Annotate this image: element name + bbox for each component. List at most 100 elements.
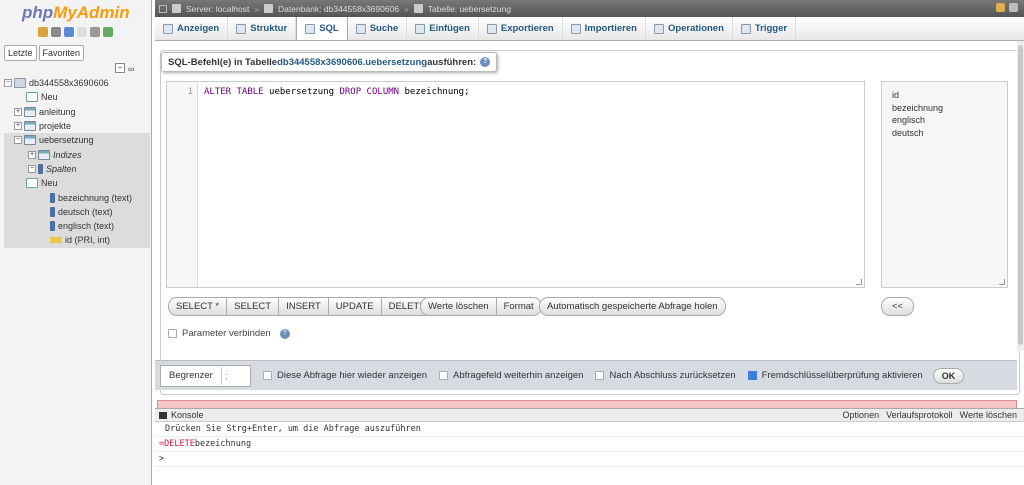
tab-operationen[interactable]: Operationen bbox=[646, 17, 733, 40]
tab-anzeigen[interactable]: Anzeigen bbox=[155, 17, 229, 40]
tab-label: SQL bbox=[319, 23, 339, 34]
delimiter-input[interactable]: ; bbox=[220, 366, 250, 385]
rollback-checkbox[interactable] bbox=[595, 371, 605, 380]
link-icon[interactable]: ∞ bbox=[128, 64, 134, 74]
collapse-icon[interactable]: − bbox=[28, 164, 36, 173]
tree-item-col[interactable]: deutsch (text) bbox=[4, 204, 150, 219]
tree-item-label[interactable]: Spalten bbox=[46, 164, 77, 174]
breadcrumb-database[interactable]: Datenbank: db344558x3690606 bbox=[278, 4, 399, 14]
column-option[interactable]: bezeichnung bbox=[892, 102, 997, 115]
breadcrumb-table[interactable]: Tabelle: uebersetzung bbox=[428, 4, 511, 14]
settings-icon[interactable] bbox=[90, 27, 100, 37]
column-option[interactable]: deutsch bbox=[892, 127, 997, 140]
help-icon[interactable] bbox=[64, 27, 74, 37]
tree-item-label[interactable]: Indizes bbox=[53, 150, 82, 160]
get-autosaved-query-button[interactable]: Automatisch gespeicherte Abfrage holen bbox=[539, 297, 726, 316]
help-icon[interactable]: ? bbox=[480, 57, 491, 67]
ok-button[interactable]: OK bbox=[932, 367, 965, 384]
tree-item-label[interactable]: Neu bbox=[41, 178, 58, 188]
insert-column-button[interactable]: << bbox=[881, 297, 915, 316]
tree-item-tbl[interactable]: + anleitung bbox=[4, 105, 150, 119]
tree-item-cols[interactable]: − Spalten bbox=[4, 161, 150, 177]
sql-editor[interactable]: 1 ALTER TABLE uebersetzung DROP COLUMN b… bbox=[166, 81, 865, 288]
gear-icon[interactable] bbox=[1009, 3, 1018, 12]
tree-item-label[interactable]: anleitung bbox=[39, 107, 76, 117]
tab-sql[interactable]: SQL bbox=[296, 17, 348, 40]
collapse-icon[interactable]: − bbox=[14, 136, 22, 145]
retain-query-option[interactable]: Diese Abfrage hier wieder anzeigen bbox=[263, 370, 427, 381]
column-option[interactable]: englisch bbox=[892, 114, 997, 127]
console-title[interactable]: Konsole bbox=[171, 410, 204, 420]
format-button[interactable]: Format bbox=[496, 297, 542, 316]
tree-item-label[interactable]: deutsch (text) bbox=[58, 207, 113, 217]
logout-icon[interactable] bbox=[51, 27, 61, 37]
tab-exportieren[interactable]: Exportieren bbox=[479, 17, 563, 40]
phpmyadmin-logo[interactable]: phpMyAdmin bbox=[22, 3, 130, 23]
retain-query-checkbox[interactable] bbox=[263, 371, 272, 380]
fk-checks-option[interactable]: Fremdschlüsselüberprüfung aktivieren bbox=[747, 370, 923, 381]
tree-item-label[interactable]: db344558x3690606 bbox=[29, 78, 109, 88]
tree-item-col[interactable]: englisch (text) bbox=[4, 218, 150, 234]
console-clear-link[interactable]: Werte löschen bbox=[960, 410, 1017, 420]
tab-trigger[interactable]: Trigger bbox=[733, 17, 797, 40]
columns-list[interactable]: id bezeichnung englisch deutsch bbox=[881, 81, 1008, 288]
tab-einfügen[interactable]: Einfügen bbox=[407, 17, 479, 40]
tree-item-col[interactable]: bezeichnung (text) bbox=[4, 190, 150, 205]
scrollbar[interactable] bbox=[1017, 41, 1024, 351]
tree-item-key[interactable]: id (PRI, int) bbox=[4, 233, 150, 248]
scrollbar-thumb[interactable] bbox=[1018, 45, 1023, 345]
tab-struktur[interactable]: Struktur bbox=[228, 17, 297, 40]
insert-button[interactable]: INSERT bbox=[279, 297, 329, 316]
delimiter-label: Begrenzer bbox=[169, 370, 213, 381]
collapse-icon[interactable]: − bbox=[4, 79, 12, 88]
help-icon[interactable]: ? bbox=[279, 328, 290, 339]
breadcrumb-server[interactable]: Server: localhost bbox=[186, 4, 249, 14]
docs-icon[interactable] bbox=[77, 27, 87, 37]
console-header[interactable]: Konsole Optionen Verlaufsprotokoll Werte… bbox=[155, 409, 1024, 422]
select-star-button[interactable]: SELECT * bbox=[168, 297, 228, 316]
tree-item-label[interactable]: bezeichnung (text) bbox=[58, 193, 132, 203]
bind-parameters-checkbox[interactable] bbox=[168, 329, 177, 338]
expand-icon[interactable]: + bbox=[14, 122, 22, 131]
fk-checks-checkbox[interactable] bbox=[747, 371, 757, 380]
tree-item-new[interactable]: Neu bbox=[4, 176, 150, 191]
column-option[interactable]: id bbox=[892, 89, 997, 102]
lock-icon[interactable] bbox=[996, 3, 1005, 12]
reload-icon[interactable] bbox=[103, 27, 113, 37]
tree-item-idx[interactable]: + Indizes bbox=[4, 147, 150, 162]
console-prompt[interactable]: > bbox=[155, 452, 1024, 467]
clear-button[interactable]: Werte löschen bbox=[420, 297, 497, 316]
tree-item-label[interactable]: uebersetzung bbox=[39, 135, 94, 145]
tree-item-db[interactable]: − db344558x3690606 bbox=[4, 76, 150, 90]
tree-item-label[interactable]: Neu bbox=[41, 92, 58, 102]
database-tree: − db344558x3690606 Neu + anleitung + projekte −… bbox=[4, 76, 150, 248]
tree-item-label[interactable]: id (PRI, int) bbox=[65, 235, 110, 245]
recent-tab[interactable]: Letzte bbox=[4, 45, 37, 61]
tab-importieren[interactable]: Importieren bbox=[563, 17, 646, 40]
update-button[interactable]: UPDATE bbox=[328, 297, 382, 316]
console-query[interactable]: =DELETE bezeichnung bbox=[155, 437, 1024, 452]
tab-suche[interactable]: Suche bbox=[348, 17, 408, 40]
console-options-link[interactable]: Optionen bbox=[843, 410, 880, 420]
tree-item-new[interactable]: Neu bbox=[4, 90, 150, 104]
rollback-option[interactable]: Nach Abschluss zurücksetzen bbox=[595, 370, 736, 381]
main-tabs: Anzeigen Struktur SQL Suche Einfügen Exportie… bbox=[155, 17, 1024, 41]
show-query-box-checkbox[interactable] bbox=[438, 371, 448, 380]
expand-icon[interactable]: + bbox=[28, 150, 36, 159]
expand-icon[interactable]: + bbox=[14, 107, 22, 116]
collapse-all-icon[interactable]: − bbox=[115, 63, 125, 73]
tree-item-tbl[interactable]: − uebersetzung bbox=[4, 133, 150, 148]
tree-item-label[interactable]: projekte bbox=[39, 121, 71, 131]
select-button[interactable]: SELECT bbox=[227, 297, 280, 316]
resize-handle[interactable] bbox=[999, 279, 1005, 285]
favorites-tab[interactable]: Favoriten bbox=[38, 45, 85, 61]
console-history-link[interactable]: Verlaufsprotokoll bbox=[886, 410, 953, 420]
legend-table-link[interactable]: db344558x3690606.uebersetzung bbox=[277, 57, 427, 68]
home-icon[interactable] bbox=[38, 27, 48, 37]
show-query-box-option[interactable]: Abfragefeld weiterhin anzeigen bbox=[438, 370, 583, 381]
sql-code[interactable]: ALTER TABLE uebersetzung DROP COLUMN bez… bbox=[204, 87, 470, 97]
tree-item-label[interactable]: englisch (text) bbox=[58, 221, 114, 231]
collapse-nav-icon[interactable] bbox=[159, 4, 167, 13]
tree-item-tbl[interactable]: + projekte bbox=[4, 119, 150, 133]
resize-handle[interactable] bbox=[856, 279, 862, 285]
